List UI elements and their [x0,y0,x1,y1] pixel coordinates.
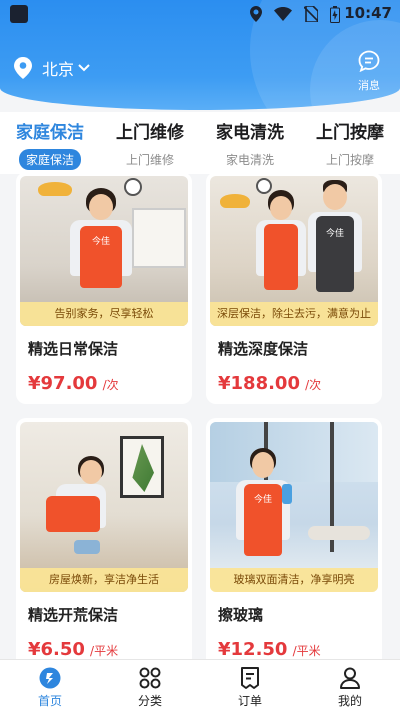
product-image: 今佳 告别家务，尽享轻松 [20,176,188,326]
nav-label: 首页 [37,694,62,708]
product-banner: 玻璃双面清洁，净享明亮 [210,568,378,592]
product-image: 房屋焕新，享洁净生活 [20,422,188,592]
product-title: 擦玻璃 [218,606,264,624]
price-value: ¥97.00 [28,373,98,394]
product-title: 精选日常保洁 [28,340,119,358]
nav-profile[interactable]: 我的 [300,666,400,709]
profile-icon [340,667,360,689]
tab-subtitle: 家庭保洁 [19,149,81,170]
price-value: ¥188.00 [218,373,300,394]
app-notification-icon [10,5,28,23]
tab-subtitle: 上门维修 [125,153,174,167]
battery-icon [330,5,340,23]
tab-title: 家庭保洁 [16,123,84,143]
city-label: 北京 [42,60,75,79]
product-price: ¥188.00 /次 [206,359,382,394]
product-banner: 深层保洁，除尘去污，满意为止 [210,302,378,326]
tab-home-massage[interactable]: 上门按摩 上门按摩 [300,118,400,168]
home-icon [39,667,61,689]
nav-label: 我的 [337,694,362,708]
tab-title: 家电清洗 [216,123,284,143]
tab-subtitle: 上门按摩 [325,153,374,167]
chevron-down-icon [78,64,90,72]
price-value: ¥12.50 [218,639,288,659]
tab-home-repair[interactable]: 上门维修 上门维修 [100,118,200,168]
price-unit: /平米 [90,644,119,658]
apron-logo: 今佳 [325,229,344,239]
nav-home[interactable]: 首页 [0,666,100,709]
category-tabs: 家庭保洁 家庭保洁 上门维修 上门维修 家电清洗 家电清洗 上门按摩 上门按摩 [0,112,400,174]
nav-label: 订单 [237,694,262,708]
product-banner: 房屋焕新，享洁净生活 [20,568,188,592]
clock: 10:47 [344,4,392,22]
product-title: 精选开荒保洁 [28,606,119,624]
product-card[interactable]: 今佳 告别家务，尽享轻松 精选日常保洁 ¥97.00 /次 [16,174,192,404]
product-price: ¥97.00 /次 [16,359,192,394]
no-sim-icon [304,6,318,22]
product-grid: 今佳 告别家务，尽享轻松 精选日常保洁 ¥97.00 /次 今佳 深层保洁，除尘… [0,174,400,659]
tab-appliance-cleaning[interactable]: 家电清洗 家电清洗 [200,118,300,168]
nav-orders[interactable]: 订单 [200,666,300,709]
price-unit: /次 [305,378,322,392]
product-price: ¥6.50 /平米 [16,625,192,659]
product-banner: 告别家务，尽享轻松 [20,302,188,326]
city-selector[interactable]: 北京 [14,56,90,80]
price-unit: /平米 [292,644,321,658]
tab-title: 上门按摩 [316,123,384,143]
tab-home-cleaning[interactable]: 家庭保洁 家庭保洁 [0,118,100,170]
apron-logo: 今佳 [91,237,110,247]
category-icon [139,667,161,689]
bottom-nav: 首页 分类 订单 我的 [0,659,400,711]
nav-category[interactable]: 分类 [100,666,200,709]
nav-label: 分类 [137,694,162,708]
location-status-icon [250,6,262,22]
tab-subtitle: 家电清洗 [225,153,274,167]
messages-button[interactable]: 消息 [354,50,384,93]
product-image: 今佳 深层保洁，除尘去污，满意为止 [210,176,378,326]
product-card[interactable]: 房屋焕新，享洁净生活 精选开荒保洁 ¥6.50 /平米 [16,418,192,659]
product-price: ¥12.50 /平米 [206,625,382,659]
location-pin-icon [14,57,32,79]
product-title: 精选深度保洁 [218,340,309,358]
apron-logo: 今佳 [253,495,272,505]
product-image: 今佳 玻璃双面清洁，净享明亮 [210,422,378,592]
message-icon [358,50,380,73]
status-bar: 10:47 [0,0,400,28]
messages-label: 消息 [358,79,380,92]
product-card[interactable]: 今佳 深层保洁，除尘去污，满意为止 精选深度保洁 ¥188.00 /次 [206,174,382,404]
wifi-icon [274,7,292,21]
price-unit: /次 [102,378,119,392]
product-card[interactable]: 今佳 玻璃双面清洁，净享明亮 擦玻璃 ¥12.50 /平米 [206,418,382,659]
order-icon [241,667,259,689]
price-value: ¥6.50 [28,639,85,659]
tab-title: 上门维修 [116,123,184,143]
